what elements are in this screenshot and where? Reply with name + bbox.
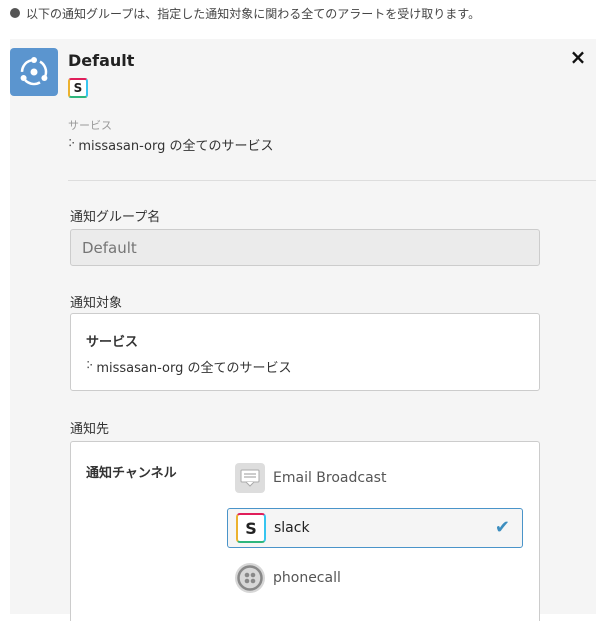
bullet-icon <box>10 8 20 18</box>
target-label: 通知対象 <box>70 296 123 311</box>
group-name-input[interactable] <box>70 229 540 266</box>
email-icon <box>235 463 265 493</box>
destination-label: 通知先 <box>70 422 110 437</box>
channel-email-broadcast[interactable]: Email Broadcast <box>227 458 523 498</box>
slack-icon: S <box>236 513 266 543</box>
slack-icon: S <box>68 78 88 98</box>
service-value-text: missasan-org の全てのサービス <box>78 139 274 154</box>
notice-banner: 以下の通知グループは、指定した通知対象に関わる全てのアラートを受け取ります。 <box>10 4 480 22</box>
divider <box>68 180 596 181</box>
group-name-label: 通知グループ名 <box>70 210 161 225</box>
target-box: サービス ⠕ missasan-org の全てのサービス <box>70 313 540 391</box>
target-title: サービス <box>86 335 139 350</box>
target-value-text: missasan-org の全てのサービス <box>96 361 292 376</box>
service-value: ⠕ missasan-org の全てのサービス <box>68 135 273 154</box>
channel-label-text: phonecall <box>273 570 341 586</box>
group-title: Default <box>68 51 135 70</box>
phone-icon <box>235 563 265 593</box>
channel-label: 通知チャンネル <box>86 466 177 481</box>
destination-box: 通知チャンネル Email Broadcast S slack ✔ phonec… <box>70 441 540 621</box>
service-label: サービス <box>68 119 112 132</box>
channel-slack[interactable]: S slack ✔ <box>227 508 523 548</box>
channel-phonecall[interactable]: phonecall <box>227 558 523 598</box>
channel-label-text: Email Broadcast <box>273 470 387 486</box>
service-tree-icon: ⠕ <box>86 361 94 372</box>
channel-label-text: slack <box>274 520 310 536</box>
group-icon <box>10 48 58 96</box>
notification-group-panel: Default S × サービス ⠕ missasan-org の全てのサービス… <box>10 39 596 621</box>
notice-text: 以下の通知グループは、指定した通知対象に関わる全てのアラートを受け取ります。 <box>26 6 481 21</box>
service-tree-icon: ⠕ <box>68 139 76 150</box>
close-button[interactable]: × <box>568 47 588 67</box>
hub-icon <box>20 57 48 86</box>
target-value: ⠕ missasan-org の全てのサービス <box>86 357 291 376</box>
check-icon: ✔ <box>494 517 510 538</box>
